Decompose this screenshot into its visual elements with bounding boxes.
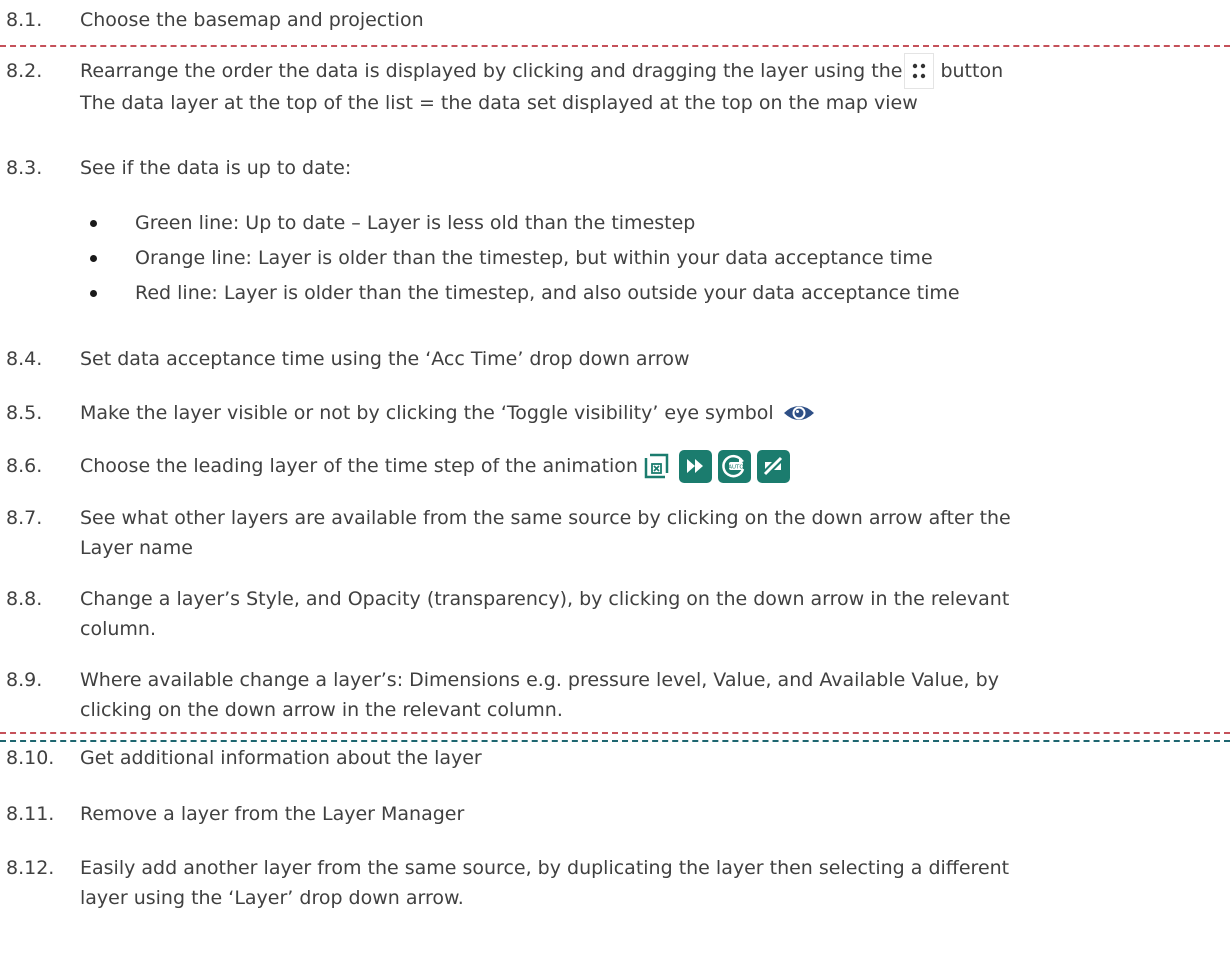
step-8-7: 8.7. See what other layers are available… xyxy=(0,503,1230,563)
step-number: 8.4. xyxy=(6,348,43,370)
step-number: 8.5. xyxy=(6,402,43,424)
step-text-suffix: button xyxy=(940,60,1004,82)
step-text-continued: clicking on the down arrow in the releva… xyxy=(80,699,563,721)
step-8-2: 8.2. Rearrange the order the data is dis… xyxy=(0,53,1230,118)
step-text: See what other layers are available from… xyxy=(80,507,1011,529)
eye-icon xyxy=(782,396,816,430)
step-number: 8.3. xyxy=(6,157,43,179)
step-text-continued: layer using the ‘Layer’ drop down arrow. xyxy=(80,887,464,909)
step-text: Choose the leading layer of the time ste… xyxy=(80,455,638,477)
step-text-continued: column. xyxy=(80,618,156,640)
step-text: Choose the basemap and projection xyxy=(80,9,424,31)
no-follow-icon xyxy=(756,449,790,483)
section-divider-red xyxy=(0,45,1230,47)
step-text: Remove a layer from the Layer Manager xyxy=(80,803,465,825)
step-text: Change a layer’s Style, and Opacity (tra… xyxy=(80,588,1010,610)
step-number: 8.7. xyxy=(6,507,43,529)
step-text: See if the data is up to date: xyxy=(80,157,352,179)
step-text: Where available change a layer’s: Dimens… xyxy=(80,669,999,691)
fast-forward-icon xyxy=(678,449,712,483)
step-text-continued: Layer name xyxy=(80,537,193,559)
step-8-10: 8.10. Get additional information about t… xyxy=(0,743,1230,773)
step-number: 8.12. xyxy=(6,857,55,879)
step-8-12: 8.12. Easily add another layer from the … xyxy=(0,853,1230,913)
step-8-11: 8.11. Remove a layer from the Layer Mana… xyxy=(0,799,1230,829)
step-number: 8.10. xyxy=(6,747,55,769)
step-number: 8.6. xyxy=(6,455,43,477)
step-8-6: 8.6. Choose the leading layer of the tim… xyxy=(0,448,1230,484)
step-8-3: 8.3. See if the data is up to date: xyxy=(0,153,1230,183)
bullet-dot xyxy=(90,290,97,297)
step-text-continued: The data layer at the top of the list = … xyxy=(80,92,918,114)
step-text: Set data acceptance time using the ‘Acc … xyxy=(80,348,690,370)
step-8-9: 8.9. Where available change a layer’s: D… xyxy=(0,665,1230,725)
step-text: Make the layer visible or not by clickin… xyxy=(80,402,774,424)
step-number: 8.8. xyxy=(6,588,43,610)
section-divider-teal xyxy=(0,740,1230,742)
auto-icon: AUTO xyxy=(717,449,751,483)
drag-handle-icon xyxy=(904,53,935,89)
step-number: 8.9. xyxy=(6,669,43,691)
step-text: Get additional information about the lay… xyxy=(80,747,482,769)
step-text: Rearrange the order the data is displaye… xyxy=(80,60,903,82)
svg-text:AUTO: AUTO xyxy=(729,465,745,471)
stop-icon xyxy=(639,449,673,483)
section-divider-red xyxy=(0,732,1230,734)
step-number: 8.11. xyxy=(6,803,55,825)
step-8-8: 8.8. Change a layer’s Style, and Opacity… xyxy=(0,584,1230,644)
bullet-dot xyxy=(90,255,97,262)
step-8-5: 8.5. Make the layer visible or not by cl… xyxy=(0,396,1230,430)
step-8-4: 8.4. Set data acceptance time using the … xyxy=(0,344,1230,374)
step-8-1: 8.1. Choose the basemap and projection xyxy=(0,5,1230,35)
bullet-dot xyxy=(90,220,97,227)
step-number: 8.2. xyxy=(6,60,43,82)
step-text: Easily add another layer from the same s… xyxy=(80,857,1010,879)
step-number: 8.1. xyxy=(6,9,43,31)
